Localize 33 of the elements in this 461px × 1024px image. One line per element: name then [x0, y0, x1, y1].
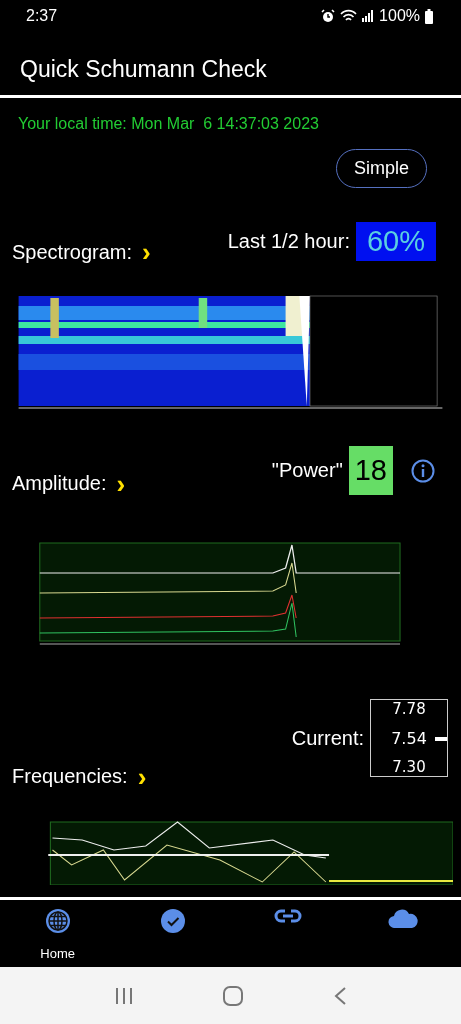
- power-label: "Power": [271, 459, 343, 482]
- home-icon[interactable]: [223, 985, 244, 1006]
- app-title: Quick Schumann Check: [20, 56, 267, 83]
- nav-tab[interactable]: Home: [17, 908, 98, 967]
- pointer-mark: [435, 736, 447, 741]
- back-icon[interactable]: [333, 986, 346, 1005]
- link-icon: [274, 908, 303, 924]
- gauge-value: 7.78: [392, 700, 426, 718]
- power-value: 18: [348, 446, 393, 495]
- check-icon: [159, 908, 186, 934]
- summary-label: Last 1/2 hour:: [227, 229, 350, 253]
- current-label: Current:: [291, 726, 364, 750]
- chevron-icon[interactable]: ›: [116, 473, 126, 494]
- section-label: Amplitude:: [12, 472, 107, 495]
- simple-button[interactable]: Simple: [335, 149, 427, 188]
- wifi-icon: [340, 9, 358, 23]
- section-label: Spectrogram:: [12, 240, 133, 264]
- info-icon[interactable]: [411, 458, 435, 483]
- signal-icon: [362, 10, 375, 22]
- globe-icon: [44, 908, 71, 934]
- chevron-icon[interactable]: ›: [137, 766, 147, 787]
- recents-icon[interactable]: [115, 987, 134, 1004]
- cloud-icon: [388, 908, 419, 928]
- status-time: 2:37: [26, 7, 58, 25]
- chevron-icon[interactable]: ›: [142, 242, 151, 262]
- section-label: Frequencies:: [12, 765, 128, 788]
- gauge-value: 7.54: [391, 728, 427, 748]
- battery-icon: [425, 8, 433, 24]
- gauge-value: 7.30: [392, 758, 426, 776]
- alarm-icon: [321, 9, 336, 23]
- local-time: Your local time: Mon Mar 6 14:37:03 2023: [18, 115, 320, 133]
- battery-percent: 100%: [379, 7, 420, 25]
- percent-value: 60%: [355, 221, 436, 261]
